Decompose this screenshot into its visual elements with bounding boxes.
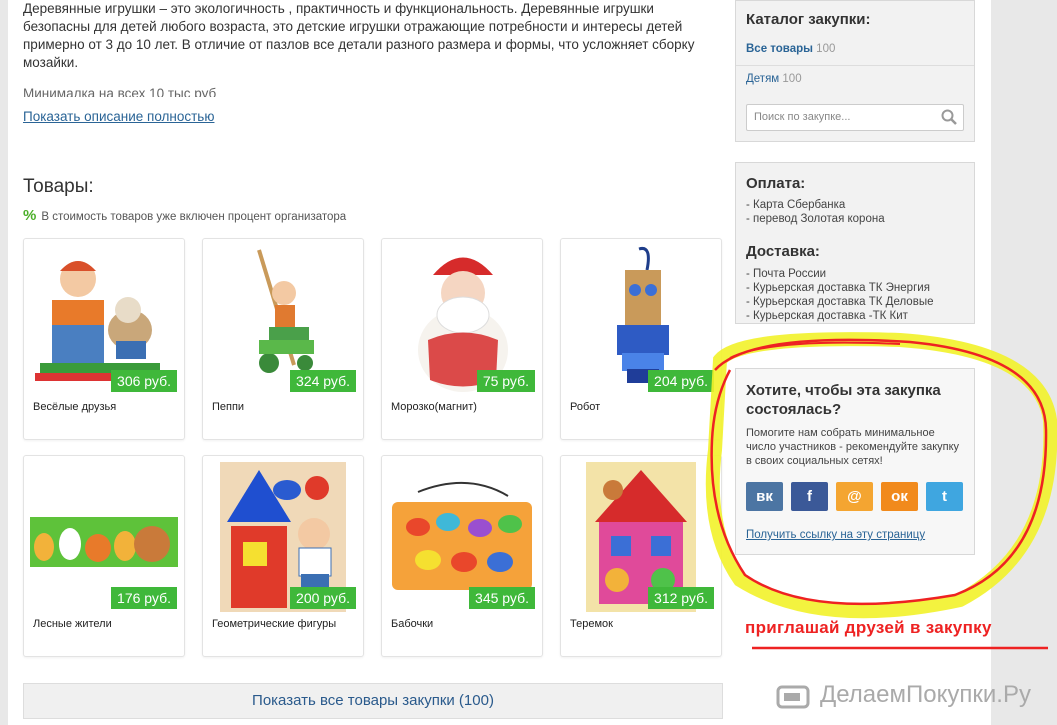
product-card[interactable]: 324 руб. Пеппи xyxy=(202,238,364,440)
delivery-item: - Курьерская доставка ТК Энергия xyxy=(746,282,930,294)
goods-title: Товары: xyxy=(23,176,94,197)
product-card[interactable]: 345 руб. Бабочки xyxy=(381,455,543,657)
price-badge: 312 руб. xyxy=(648,587,714,609)
percent-note-text: В стоимость товаров уже включен процент … xyxy=(41,211,347,223)
payment-delivery-panel: Оплата: - Карта Сбербанка - перевод Золо… xyxy=(735,162,975,324)
delivery-list: - Почта России - Курьерская доставка ТК … xyxy=(746,267,933,323)
divider xyxy=(736,65,974,66)
mailru-icon[interactable]: @ xyxy=(836,482,873,511)
product-card[interactable]: 312 руб. Теремок xyxy=(560,455,722,657)
price-badge: 345 руб. xyxy=(469,587,535,609)
delivery-title: Доставка: xyxy=(746,243,820,260)
catalog-kids-label: Детям xyxy=(746,73,780,85)
facebook-icon[interactable]: f xyxy=(791,482,828,511)
product-name[interactable]: Геометрические фигуры xyxy=(212,618,336,630)
description: Деревянные игрушки – это экологичность ,… xyxy=(23,0,723,126)
product-card[interactable]: 306 руб. Весёлые друзья xyxy=(23,238,185,440)
delivery-item: - Курьерская доставка -ТК Кит xyxy=(746,310,908,322)
catalog-panel: Каталог закупки: Все товары 100 Детям 10… xyxy=(735,0,975,142)
twitter-icon[interactable]: t xyxy=(926,482,963,511)
description-text: Деревянные игрушки – это экологичность ,… xyxy=(23,1,695,70)
price-badge: 204 руб. xyxy=(648,370,714,392)
price-badge: 200 руб. xyxy=(290,587,356,609)
catalog-all-label: Все товары xyxy=(746,43,813,55)
price-badge: 324 руб. xyxy=(290,370,356,392)
catalog-kids-count: 100 xyxy=(782,73,802,85)
percent-note: % В стоимость товаров уже включен процент… xyxy=(23,207,346,224)
payment-item: - Карта Сбербанка xyxy=(746,199,846,211)
product-name[interactable]: Теремок xyxy=(570,618,613,630)
percent-icon: % xyxy=(23,207,37,224)
page: Деревянные игрушки – это экологичность ,… xyxy=(8,0,991,725)
catalog-all-count: 100 xyxy=(816,43,836,55)
product-name[interactable]: Лесные жители xyxy=(33,618,112,630)
share-title: Хотите, чтобы эта закупка состоялась? xyxy=(746,382,941,418)
odnoklassniki-icon[interactable]: ок xyxy=(881,482,918,511)
watermark-logo: ДелаемПокупки.Ру xyxy=(820,681,1031,708)
get-page-link[interactable]: Получить ссылку на эту страницу xyxy=(746,529,925,541)
main-content: Деревянные игрушки – это экологичность ,… xyxy=(23,0,723,719)
price-badge: 176 руб. xyxy=(111,587,177,609)
product-card[interactable]: 176 руб. Лесные жители xyxy=(23,455,185,657)
product-name[interactable]: Робот xyxy=(570,401,600,413)
search-icon[interactable] xyxy=(941,109,957,125)
delivery-item: - Почта России xyxy=(746,268,827,280)
cart-logo-icon xyxy=(776,685,810,709)
product-name[interactable]: Бабочки xyxy=(391,618,433,630)
product-name[interactable]: Пеппи xyxy=(212,401,244,413)
product-card[interactable]: 200 руб. Геометрические фигуры xyxy=(202,455,364,657)
product-name[interactable]: Весёлые друзья xyxy=(33,401,116,413)
show-all-button[interactable]: Показать все товары закупки (100) xyxy=(23,683,723,719)
product-name[interactable]: Морозко(магнит) xyxy=(391,401,477,413)
payment-title: Оплата: xyxy=(746,175,806,192)
catalog-search-input[interactable]: Поиск по закупке... xyxy=(746,104,964,131)
share-text: Помогите нам собрать минимальное число у… xyxy=(746,427,960,467)
catalog-kids[interactable]: Детям 100 xyxy=(746,73,802,85)
price-badge: 75 руб. xyxy=(476,370,535,392)
product-card[interactable]: 75 руб. Морозко(магнит) xyxy=(381,238,543,440)
payment-item: - перевод Золотая корона xyxy=(746,213,885,225)
share-panel: Хотите, чтобы эта закупка состоялась? По… xyxy=(735,368,975,555)
catalog-all-items[interactable]: Все товары 100 xyxy=(746,43,835,55)
vk-icon[interactable]: вк xyxy=(746,482,783,511)
product-card[interactable]: 204 руб. Робот xyxy=(560,238,722,440)
delivery-item: - Курьерская доставка ТК Деловые xyxy=(746,296,934,308)
show-description-link[interactable]: Показать описание полностью xyxy=(23,108,214,126)
minimal-note: Минималка на всех 10 тыс руб xyxy=(23,86,217,97)
annotation-text: приглашай друзей в закупку xyxy=(745,618,992,637)
payment-list: - Карта Сбербанка - перевод Золотая коро… xyxy=(746,198,885,226)
price-badge: 306 руб. xyxy=(111,370,177,392)
search-placeholder: Поиск по закупке... xyxy=(754,111,851,123)
catalog-title: Каталог закупки: xyxy=(746,11,871,28)
